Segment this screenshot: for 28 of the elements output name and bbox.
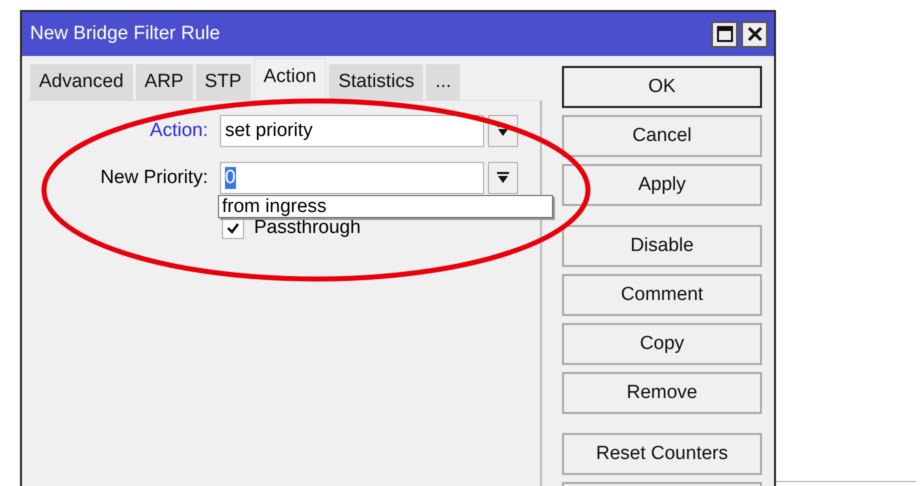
dialog-button[interactable]: Remove [562, 372, 762, 414]
input-field[interactable]: set priority [220, 115, 484, 147]
tab[interactable]: ARP [136, 64, 193, 100]
dialog-button[interactable]: Reset Counters [562, 433, 762, 475]
field-label: Action: [150, 120, 208, 142]
tab[interactable]: ... [426, 64, 460, 100]
close-button[interactable] [741, 20, 768, 48]
close-icon [746, 25, 764, 43]
dialog-button[interactable]: Cancel [562, 115, 762, 157]
tab[interactable]: Action [254, 58, 326, 100]
tab[interactable]: Advanced [30, 64, 133, 100]
checkbox-label: Passthrough [254, 217, 361, 239]
dialog-button[interactable]: Comment [562, 274, 762, 316]
tab[interactable]: Statistics [329, 64, 424, 100]
dialog-button[interactable]: Apply [562, 164, 762, 206]
maximize-icon [716, 25, 734, 43]
checkmark-icon [226, 221, 240, 235]
dialog-button[interactable]: Disable [562, 225, 762, 267]
tab[interactable]: STP [196, 64, 251, 100]
window-title: New Bridge Filter Rule [30, 23, 220, 45]
dialog-button[interactable]: Copy [562, 323, 762, 365]
field-label: New Priority: [100, 167, 208, 189]
input-field[interactable]: 0 [220, 162, 484, 194]
dropdown-option[interactable]: from ingress [219, 196, 552, 217]
arrow-down-icon [496, 171, 510, 185]
dialog-button[interactable]: OK [562, 66, 762, 108]
dropdown-button[interactable] [488, 162, 518, 194]
maximize-button[interactable] [711, 20, 738, 48]
